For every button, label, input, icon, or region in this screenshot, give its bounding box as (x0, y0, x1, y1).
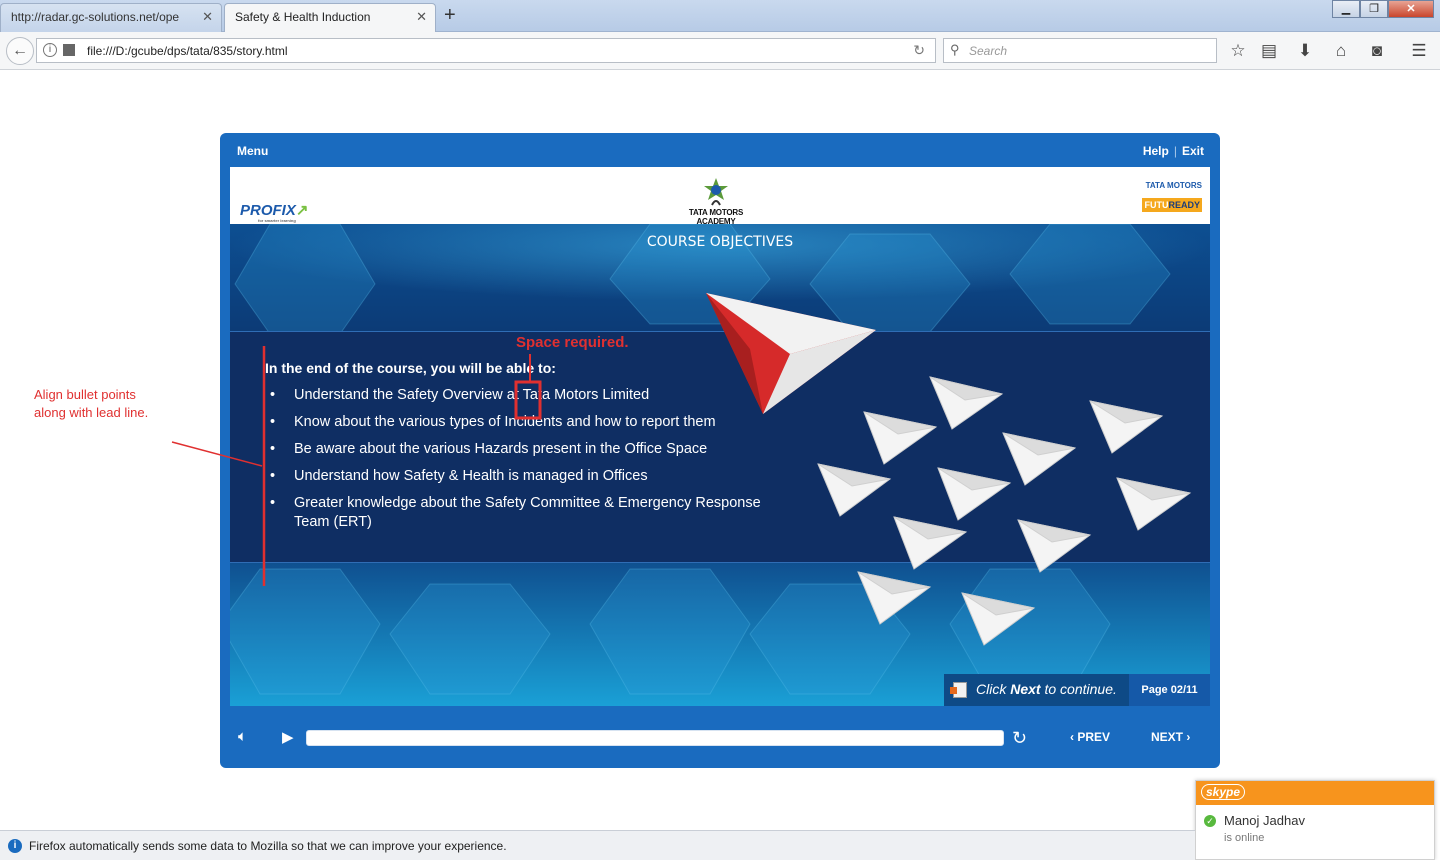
logo-bar: PROFIX↗ for smarter learning TATA MOTORS… (230, 167, 1210, 226)
search-input[interactable]: ⚲ Search (943, 38, 1217, 63)
replay-icon[interactable]: ↻ (1012, 728, 1027, 749)
tata-motors-academy-logo: TATA MOTORS ACADEMY (676, 177, 756, 226)
align-bullets-note: Align bullet points along with lead line… (34, 387, 149, 420)
firefox-notification-bar: i Firefox automatically sends some data … (0, 830, 1195, 860)
tab-label: http://radar.gc-solutions.net/ope (11, 10, 180, 24)
player-controls: 🔈︎ ▶ ↻ ‹ PREV NEXT › (220, 718, 1220, 758)
list-item: • Understand how Safety & Health is manag… (270, 468, 648, 484)
space-required-note: Space required. (516, 334, 629, 351)
close-tab-icon[interactable]: ✕ (416, 9, 427, 25)
back-arrow-icon[interactable]: ← (6, 37, 34, 65)
next-button[interactable]: NEXT › (1151, 730, 1190, 744)
click-next-hint: Click Next to continue. (944, 674, 1129, 706)
window-close-icon[interactable]: ✕ (1388, 0, 1434, 18)
bookmark-star-icon[interactable]: ☆ (1227, 41, 1249, 61)
tata-motors-logo: TATA MOTORS (1145, 181, 1202, 190)
slide-stage: COURSE OBJECTIVES In the end of the cour… (230, 224, 1210, 706)
volume-icon[interactable]: 🔈︎ (238, 728, 247, 745)
progress-bar[interactable] (306, 730, 1004, 746)
list-item: • Understand the Safety Overview at Tata … (270, 387, 650, 403)
help-link[interactable]: Help (1143, 144, 1169, 158)
course-player: Menu Help | Exit PROFIX↗ for smarter learn… (220, 133, 1220, 768)
search-icon: ⚲ (950, 42, 960, 57)
exit-link[interactable]: Exit (1182, 144, 1204, 158)
skype-logo: skype (1201, 784, 1246, 800)
close-tab-icon[interactable]: ✕ (202, 9, 213, 25)
browser-tab-bar: http://radar.gc-solutions.net/ope ✕ Safe… (0, 0, 1440, 32)
list-item: • Greater knowledge about the Safety Comm… (270, 495, 761, 530)
url-text[interactable]: file:///D:/gcube/dps/tata/835/story.html (87, 44, 288, 58)
download-icon[interactable]: ⬇ (1294, 41, 1316, 61)
help-exit-links: Help | Exit (1143, 144, 1204, 158)
academy-emblem-icon (704, 178, 728, 206)
search-placeholder: Search (969, 44, 1008, 58)
objectives-list: • Understand the Safety Overview at Tata … (265, 386, 765, 540)
menu-button[interactable]: Menu (237, 144, 268, 158)
reload-icon[interactable]: ↻ (913, 42, 925, 59)
page-icon (63, 44, 75, 56)
site-info-icon[interactable]: i (43, 43, 57, 57)
info-icon: i (8, 839, 22, 853)
url-bar[interactable]: i file:///D:/gcube/dps/tata/835/story.ht… (36, 38, 936, 63)
skype-notification[interactable]: skype ✓ Manoj Jadhav is online (1195, 780, 1435, 860)
reading-list-icon[interactable]: ▤ (1258, 41, 1280, 61)
browser-nav-bar: ← i file:///D:/gcube/dps/tata/835/story.… (0, 32, 1440, 70)
prev-button[interactable]: ‹ PREV (1070, 730, 1110, 744)
lead-line: In the end of the course, you will be ab… (265, 360, 556, 376)
home-icon[interactable]: ⌂ (1330, 41, 1352, 61)
contact-name: Manoj Jadhav (1224, 813, 1305, 828)
notification-text: Firefox automatically sends some data to… (29, 839, 507, 853)
maximize-icon[interactable]: ❐ (1360, 0, 1388, 18)
futuready-logo: FUTUREADY (1142, 198, 1202, 212)
play-icon[interactable]: ▶ (282, 728, 294, 746)
profix-logo: PROFIX↗ for smarter learning (240, 202, 309, 223)
slide-title: COURSE OBJECTIVES (646, 234, 794, 250)
tab-safety-health[interactable]: Safety & Health Induction ✕ (224, 3, 436, 32)
hamburger-menu-icon[interactable]: ☰ (1408, 41, 1430, 61)
page-indicator: Page 02/11 (1129, 674, 1210, 706)
skype-header: skype (1196, 781, 1434, 805)
window-controls: ▁ ❐ ✕ (1332, 0, 1434, 18)
online-status-icon: ✓ (1204, 815, 1216, 827)
minimize-icon[interactable]: ▁ (1332, 0, 1360, 18)
tab-radar[interactable]: http://radar.gc-solutions.net/ope ✕ (0, 3, 222, 32)
bullet: • (270, 387, 276, 403)
bullet: • (270, 495, 276, 511)
link-separator: | (1173, 144, 1177, 158)
bullet: • (270, 414, 276, 430)
document-pointer-icon (950, 682, 967, 698)
list-item: • Know about the various types of Inciden… (270, 414, 716, 430)
pocket-icon[interactable]: ◙ (1366, 41, 1388, 61)
new-tab-icon[interactable]: + (444, 4, 456, 27)
contact-status: is online (1224, 832, 1265, 844)
bullet: • (270, 441, 276, 457)
bullet: • (270, 468, 276, 484)
tab-label: Safety & Health Induction (235, 10, 371, 24)
list-item: • Be aware about the various Hazards pres… (270, 441, 708, 457)
